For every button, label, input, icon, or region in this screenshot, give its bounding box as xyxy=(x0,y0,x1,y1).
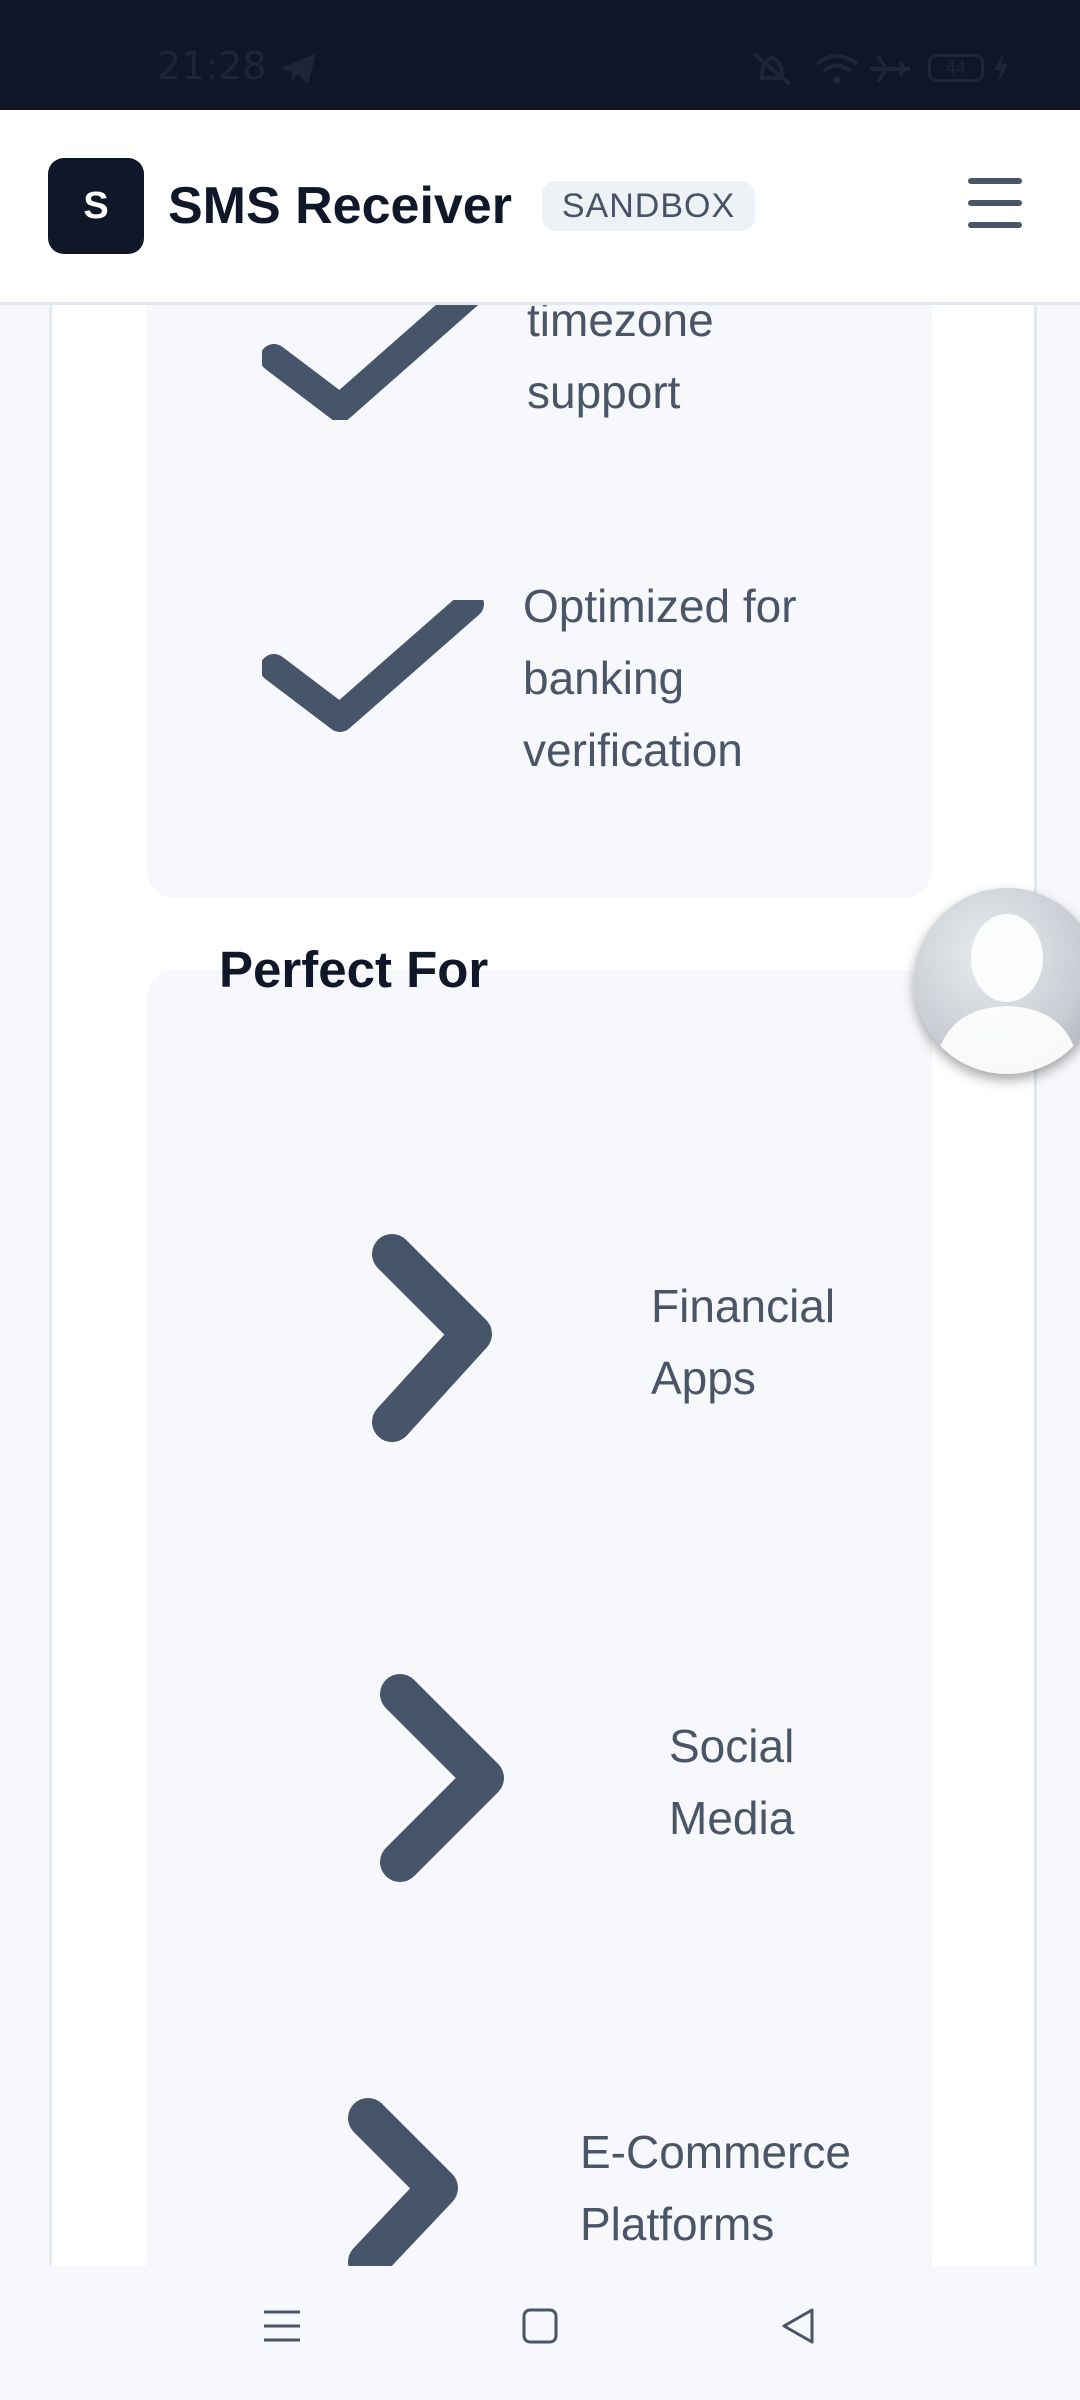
charging-icon xyxy=(994,52,1008,84)
feature-text-banking: Optimized for banking verification xyxy=(523,580,797,776)
menu-nav-icon[interactable] xyxy=(262,2306,302,2346)
telegram-icon xyxy=(280,54,316,84)
app-logo[interactable]: S xyxy=(48,158,144,254)
status-bar: 21:28 44 xyxy=(0,0,1080,110)
app-title[interactable]: SMS Receiver xyxy=(168,176,512,236)
airplane-mode-icon xyxy=(870,54,910,84)
check-icon xyxy=(262,300,484,420)
use-case-social: Social Media xyxy=(669,1720,795,1844)
chevron-right-icon xyxy=(380,1674,504,1882)
back-nav-icon[interactable] xyxy=(778,2306,818,2346)
system-nav-bar xyxy=(0,2266,1080,2400)
status-time: 21:28 xyxy=(157,44,267,88)
chevron-right-icon xyxy=(372,1234,492,1442)
battery-icon: 44 xyxy=(928,54,984,82)
use-case-ecommerce: E-Commerce Platforms xyxy=(580,2126,851,2250)
perfect-for-title: Perfect For xyxy=(219,941,489,998)
wifi-icon xyxy=(815,54,859,84)
page-content[interactable]: North America timezone support Optimized… xyxy=(0,110,1080,2266)
screen: 21:28 44 Nor xyxy=(0,0,1080,2400)
chevron-right-icon xyxy=(348,2098,458,2266)
home-nav-icon[interactable] xyxy=(520,2306,560,2346)
hamburger-menu-icon[interactable] xyxy=(960,168,1032,240)
mute-icon xyxy=(752,52,792,86)
battery-level: 44 xyxy=(945,57,967,78)
use-case-financial: Financial Apps xyxy=(651,1280,836,1404)
sandbox-badge: SANDBOX xyxy=(542,181,755,231)
perfect-for-box xyxy=(147,970,932,2266)
app-header: S SMS Receiver SANDBOX xyxy=(0,110,1080,305)
check-icon xyxy=(262,600,484,732)
